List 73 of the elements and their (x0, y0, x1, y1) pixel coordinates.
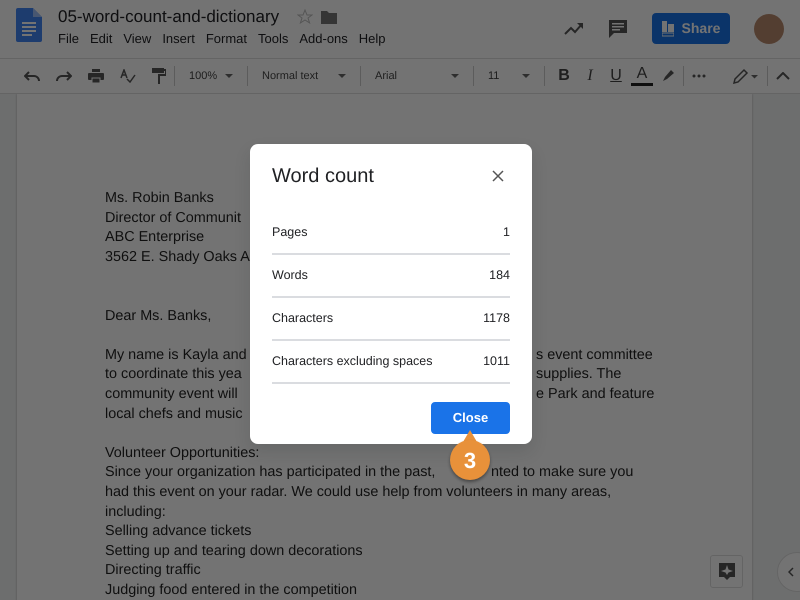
chevron-left-icon (788, 567, 794, 577)
docs-logo-icon[interactable] (16, 8, 42, 42)
avatar[interactable] (754, 14, 784, 44)
sparkle-icon (718, 562, 734, 580)
document-text: ABC Enterprise (105, 228, 204, 248)
document-text: Directing traffic (105, 561, 201, 580)
undo-icon[interactable] (24, 71, 40, 81)
stat-value: 184 (489, 267, 510, 284)
document-text: Setting up and tearing down decorations (105, 542, 363, 561)
trending-icon[interactable] (564, 22, 584, 36)
font-size-dropdown[interactable]: 11 (482, 68, 536, 84)
stat-value: 1011 (483, 353, 510, 370)
star-icon[interactable] (297, 8, 314, 24)
document-text: local chefs and music (105, 406, 243, 422)
italic-button[interactable]: I (579, 68, 601, 84)
font-dropdown[interactable]: Arial (369, 68, 465, 84)
menu-item[interactable]: Tools (258, 29, 288, 48)
document-text: to coordinate this yea (105, 366, 242, 382)
menu-item[interactable]: View (123, 29, 152, 48)
more-icon[interactable] (692, 74, 706, 78)
explore-button[interactable] (710, 555, 743, 588)
document-text: Ms. Robin Banks (105, 189, 214, 208)
text-color-button[interactable]: A (631, 66, 653, 86)
folder-icon[interactable] (321, 10, 338, 24)
pencil-icon[interactable] (733, 68, 759, 84)
document-text: supplies. The (536, 365, 622, 384)
close-icon[interactable] (492, 170, 504, 182)
document-text: s event committee (536, 346, 653, 365)
bold-button[interactable]: B (553, 68, 575, 84)
document-text: Director of Communit (105, 208, 241, 228)
menu-item[interactable]: Help (358, 29, 386, 48)
close-button[interactable]: Close (431, 402, 510, 434)
document-text: My name is Kayla and (105, 346, 247, 363)
highlighter-icon[interactable] (661, 69, 675, 83)
stat-value: 1178 (483, 310, 510, 328)
collapse-icon[interactable] (776, 72, 790, 80)
document-text: Judging food entered in the competition (105, 580, 358, 600)
stat-label: Pages (272, 224, 308, 242)
menu-item[interactable]: File (58, 29, 79, 48)
style-dropdown[interactable]: Normal text (256, 68, 352, 84)
menu-item[interactable]: Edit (90, 29, 112, 48)
document-text: Dear Ms. Banks, (105, 306, 212, 326)
document-text: Volunteer Opportunities: (105, 444, 260, 463)
people-icon (662, 20, 674, 36)
document-text: community event will (105, 386, 238, 402)
spellcheck-icon[interactable] (120, 69, 136, 83)
dialog-title: Word count (272, 164, 374, 189)
document-text: e Park and feature (536, 384, 654, 404)
menu-item[interactable]: Format (206, 29, 247, 48)
redo-icon[interactable] (56, 71, 72, 81)
document-text: had this event on your radar. We could use help from volunteers in many areas, (105, 482, 612, 502)
caret-icon (522, 74, 530, 78)
zoom-dropdown[interactable]: 100% (183, 68, 239, 84)
document-text: nted to make sure you (491, 463, 634, 482)
document-text: 3562 E. Shady Oaks A (105, 248, 250, 267)
underline-button[interactable]: U (605, 68, 627, 84)
caret-icon (338, 74, 346, 78)
caret-icon (225, 74, 233, 78)
paint-format-icon[interactable] (152, 68, 166, 84)
document-text: Since your organization has participated in the past, (105, 464, 436, 480)
stat-label: Characters (272, 310, 334, 328)
document-text: Selling advance tickets (105, 522, 252, 542)
stat-value: 1 (503, 224, 510, 242)
print-icon[interactable] (88, 69, 104, 83)
caret-icon (451, 74, 459, 78)
document-text: including: (105, 502, 166, 522)
stat-label: Characters excluding spaces (272, 353, 432, 370)
stat-label: Words (272, 267, 308, 284)
share-button[interactable]: Share (652, 13, 730, 44)
menu-item[interactable]: Add-ons (299, 29, 348, 48)
comment-icon[interactable] (608, 18, 628, 38)
menu-item[interactable]: Insert (162, 29, 195, 48)
document-title[interactable]: 05-word-count-and-dictionary (58, 8, 280, 25)
